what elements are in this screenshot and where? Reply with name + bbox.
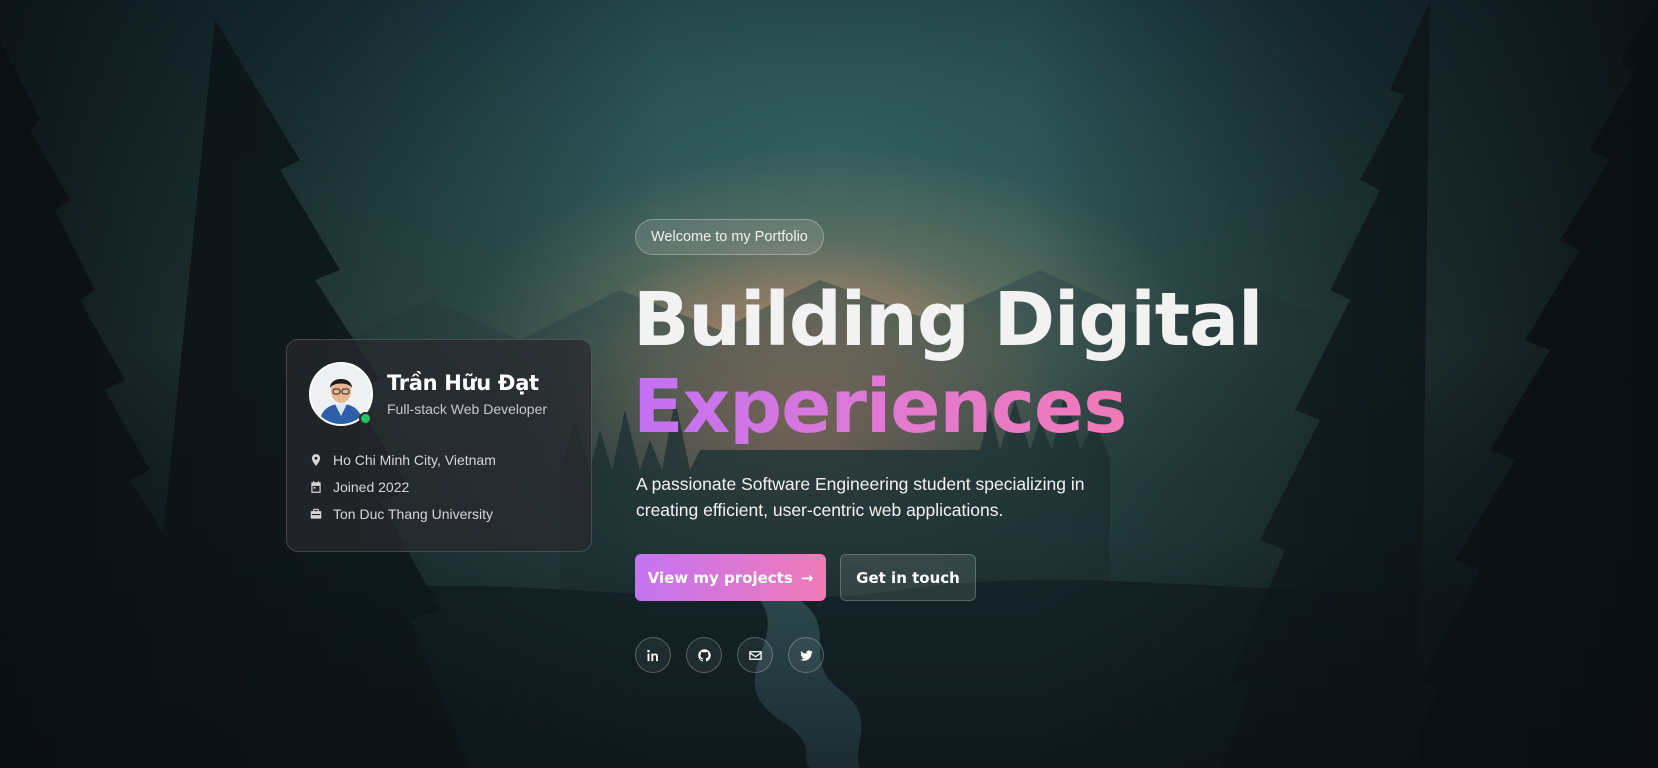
github-link[interactable] <box>686 637 722 673</box>
info-location: Ho Chi Minh City, Vietnam <box>309 446 569 473</box>
view-projects-label: View my projects <box>647 568 793 587</box>
twitter-icon <box>799 649 813 661</box>
school-text: Ton Duc Thang University <box>333 505 494 522</box>
view-projects-button[interactable]: View my projects → <box>635 554 826 601</box>
map-pin-icon <box>311 453 321 466</box>
mail-icon <box>748 650 762 660</box>
tagline-line-1: A passionate Software Engineering studen… <box>636 474 1085 494</box>
profile-role: Full-stack Web Developer <box>387 401 548 417</box>
profile-header: Trần Hữu Đạt Full-stack Web Developer <box>309 362 569 426</box>
info-joined: Joined 2022 <box>309 473 569 500</box>
arrow-right-icon: → <box>800 568 814 587</box>
linkedin-icon <box>646 649 658 661</box>
location-text: Ho Chi Minh City, Vietnam <box>333 451 496 468</box>
headline-line-2: Experiences <box>633 364 1127 450</box>
profile-name: Trần Hữu Đạt <box>387 371 539 395</box>
calendar-icon <box>311 480 321 493</box>
briefcase-icon <box>310 508 322 519</box>
headline-line-1: Building Digital <box>633 277 1263 363</box>
profile-info-list: Ho Chi Minh City, Vietnam Joined 2022 To… <box>309 446 569 527</box>
info-school: Ton Duc Thang University <box>309 500 569 527</box>
welcome-badge: Welcome to my Portfolio <box>635 219 824 255</box>
social-links <box>635 637 824 673</box>
tagline: A passionate Software Engineering studen… <box>636 471 1136 523</box>
linkedin-link[interactable] <box>635 637 671 673</box>
profile-identity: Trần Hữu Đạt Full-stack Web Developer <box>387 371 547 417</box>
twitter-link[interactable] <box>788 637 824 673</box>
get-in-touch-button[interactable]: Get in touch <box>840 554 976 601</box>
profile-card: Trần Hữu Đạt Full-stack Web Developer Ho… <box>286 339 592 552</box>
github-icon <box>697 648 711 661</box>
tagline-line-2: creating efficient, user-centric web app… <box>636 500 1004 520</box>
email-link[interactable] <box>737 637 773 673</box>
avatar <box>309 362 373 426</box>
online-status-dot <box>359 412 372 425</box>
joined-text: Joined 2022 <box>333 478 410 495</box>
